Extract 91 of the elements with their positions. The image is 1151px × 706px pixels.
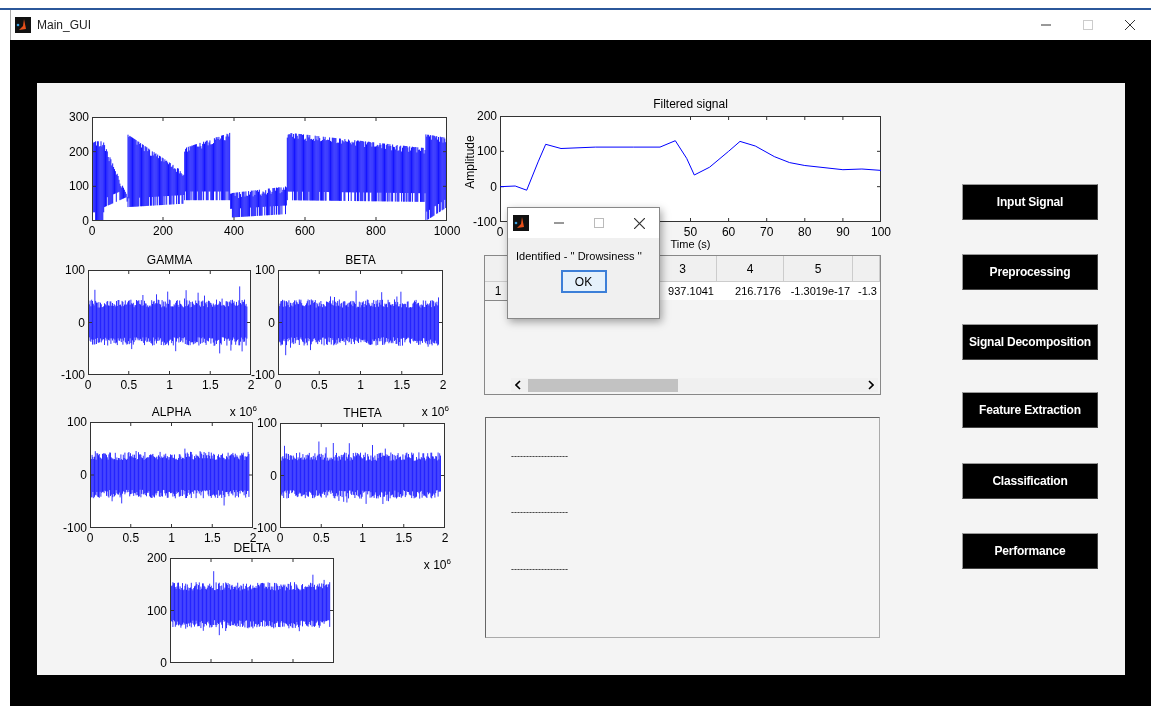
axis-tick-label: 0 bbox=[490, 179, 498, 194]
axis-tick-label: 400 bbox=[224, 224, 244, 238]
action-button[interactable]: Feature Extraction bbox=[962, 392, 1098, 428]
axis-tick-label: 1 bbox=[359, 531, 366, 545]
axis-tick-label: 100 bbox=[68, 179, 90, 194]
axis-tick-label: 0.5 bbox=[310, 378, 328, 392]
scroll-left-icon[interactable] bbox=[515, 380, 521, 390]
app-icon bbox=[15, 17, 31, 33]
axis-tick-label: 2 bbox=[439, 378, 447, 392]
axis-tick-label: 0 bbox=[274, 378, 282, 392]
axis-tick-label: 100 bbox=[254, 263, 276, 277]
plot-title: BETA bbox=[345, 253, 376, 267]
axis-tick-label: 1.5 bbox=[203, 531, 221, 545]
plot-title: THETA bbox=[343, 406, 382, 420]
axis-tick-label: 0.5 bbox=[312, 531, 330, 545]
axis-tick-label: 100 bbox=[66, 415, 88, 429]
axis-tick-label: 0 bbox=[82, 214, 89, 228]
horizontal-scrollbar[interactable] bbox=[511, 378, 878, 392]
axis-tick-label: 60 bbox=[721, 225, 736, 239]
axis-tick-label: -100 bbox=[252, 521, 277, 535]
close-icon[interactable] bbox=[633, 217, 645, 229]
axis-tick-label: -100 bbox=[60, 368, 85, 382]
axis-tick-label: 100 bbox=[64, 263, 86, 277]
axis-tick-label: 200 bbox=[476, 109, 498, 123]
axis-label: Amplitude bbox=[463, 134, 477, 191]
axis-tick-label: 1 bbox=[166, 378, 173, 392]
axis-label: Time (s) bbox=[670, 238, 711, 250]
axis-tick-label: 1.5 bbox=[393, 378, 411, 392]
axis-tick-label: 0 bbox=[78, 315, 86, 330]
axis-tick-label: 300 bbox=[68, 110, 90, 124]
table-cell: -1.3019e-17 bbox=[784, 282, 853, 300]
maximize-icon[interactable] bbox=[594, 218, 604, 228]
axis-tick-label: 800 bbox=[366, 224, 386, 238]
table-cell: -1.3 bbox=[853, 282, 880, 300]
axis-tick-label: 200 bbox=[153, 224, 173, 238]
axis-tick-label: -100 bbox=[62, 521, 87, 535]
axis-exponent: x 10$^{6}$ bbox=[421, 403, 449, 419]
axis-tick-label: 50 bbox=[683, 225, 698, 239]
action-button[interactable]: Classification bbox=[962, 463, 1098, 499]
axis-tick-label: 0 bbox=[80, 468, 88, 482]
app-icon bbox=[513, 215, 529, 231]
result-text: ------------------- bbox=[511, 506, 568, 519]
chart-title: Filtered signal bbox=[653, 97, 728, 111]
axis-tick-label: 600 bbox=[295, 224, 315, 238]
axis-exponent: x 10$^{6}$ bbox=[229, 403, 257, 419]
axis-tick-label: 100 bbox=[871, 225, 891, 239]
scroll-right-icon[interactable] bbox=[868, 380, 874, 390]
axis-tick-label: 0 bbox=[276, 531, 284, 545]
ok-button[interactable]: OK bbox=[560, 270, 607, 293]
axis-tick-label: 0 bbox=[84, 378, 92, 392]
result-text: ------------------- bbox=[511, 450, 568, 463]
maximize-icon[interactable] bbox=[1083, 20, 1093, 30]
axis-tick-label: 0 bbox=[496, 225, 504, 239]
axis-tick-label: 1.5 bbox=[395, 531, 413, 545]
result-text: ------------------- bbox=[511, 562, 568, 575]
axis-tick-label: 0 bbox=[88, 224, 96, 238]
axis-tick-label: 90 bbox=[836, 225, 850, 239]
axis-tick-label: 1 bbox=[168, 531, 175, 545]
axis-tick-label: 1000 bbox=[433, 224, 461, 238]
column-header[interactable]: 5 bbox=[784, 256, 853, 282]
action-button[interactable]: Preprocessing bbox=[962, 254, 1098, 290]
axis-tick-label: 2 bbox=[441, 531, 449, 545]
axis-tick-label: 70 bbox=[760, 225, 774, 239]
axis-tick-label: 100 bbox=[476, 144, 498, 159]
action-button[interactable]: Performance bbox=[962, 533, 1098, 569]
axis-tick-label: 200 bbox=[146, 551, 168, 565]
column-header[interactable]: 4 bbox=[717, 256, 784, 282]
dialog-message: Identified - '' Drowsiness '' bbox=[516, 250, 643, 262]
scrollbar-thumb[interactable] bbox=[528, 379, 678, 392]
axis-tick-label: 0.5 bbox=[120, 378, 138, 392]
axis-tick-label: 80 bbox=[798, 225, 812, 239]
axis-tick-label: 0 bbox=[86, 531, 94, 545]
action-button[interactable]: Input Signal bbox=[962, 184, 1098, 220]
plot-title: DELTA bbox=[233, 541, 271, 555]
axis-tick-label: -100 bbox=[472, 215, 497, 229]
plot-title: ALPHA bbox=[151, 405, 192, 419]
axis-tick-label: 1 bbox=[357, 378, 364, 392]
plot-title: GAMMA bbox=[146, 253, 193, 267]
axis-tick-label: 200 bbox=[68, 144, 90, 159]
axis-tick-label: 100 bbox=[256, 416, 278, 430]
axis-tick-label: 0 bbox=[160, 656, 168, 670]
axis-tick-label: 100 bbox=[146, 603, 168, 618]
close-icon[interactable] bbox=[1125, 20, 1135, 30]
axis-tick-label: 0.5 bbox=[122, 531, 140, 545]
axis-tick-label: 1.5 bbox=[201, 378, 219, 392]
axis-exponent: x 10$^{6}$ bbox=[423, 556, 451, 572]
window-title: Main_GUI bbox=[37, 18, 93, 32]
axis-tick-label: 0 bbox=[270, 468, 278, 483]
action-button[interactable]: Signal Decomposition bbox=[962, 324, 1098, 360]
table-cell: 216.7176 bbox=[717, 282, 784, 300]
axis-tick-label: 0 bbox=[268, 315, 276, 330]
